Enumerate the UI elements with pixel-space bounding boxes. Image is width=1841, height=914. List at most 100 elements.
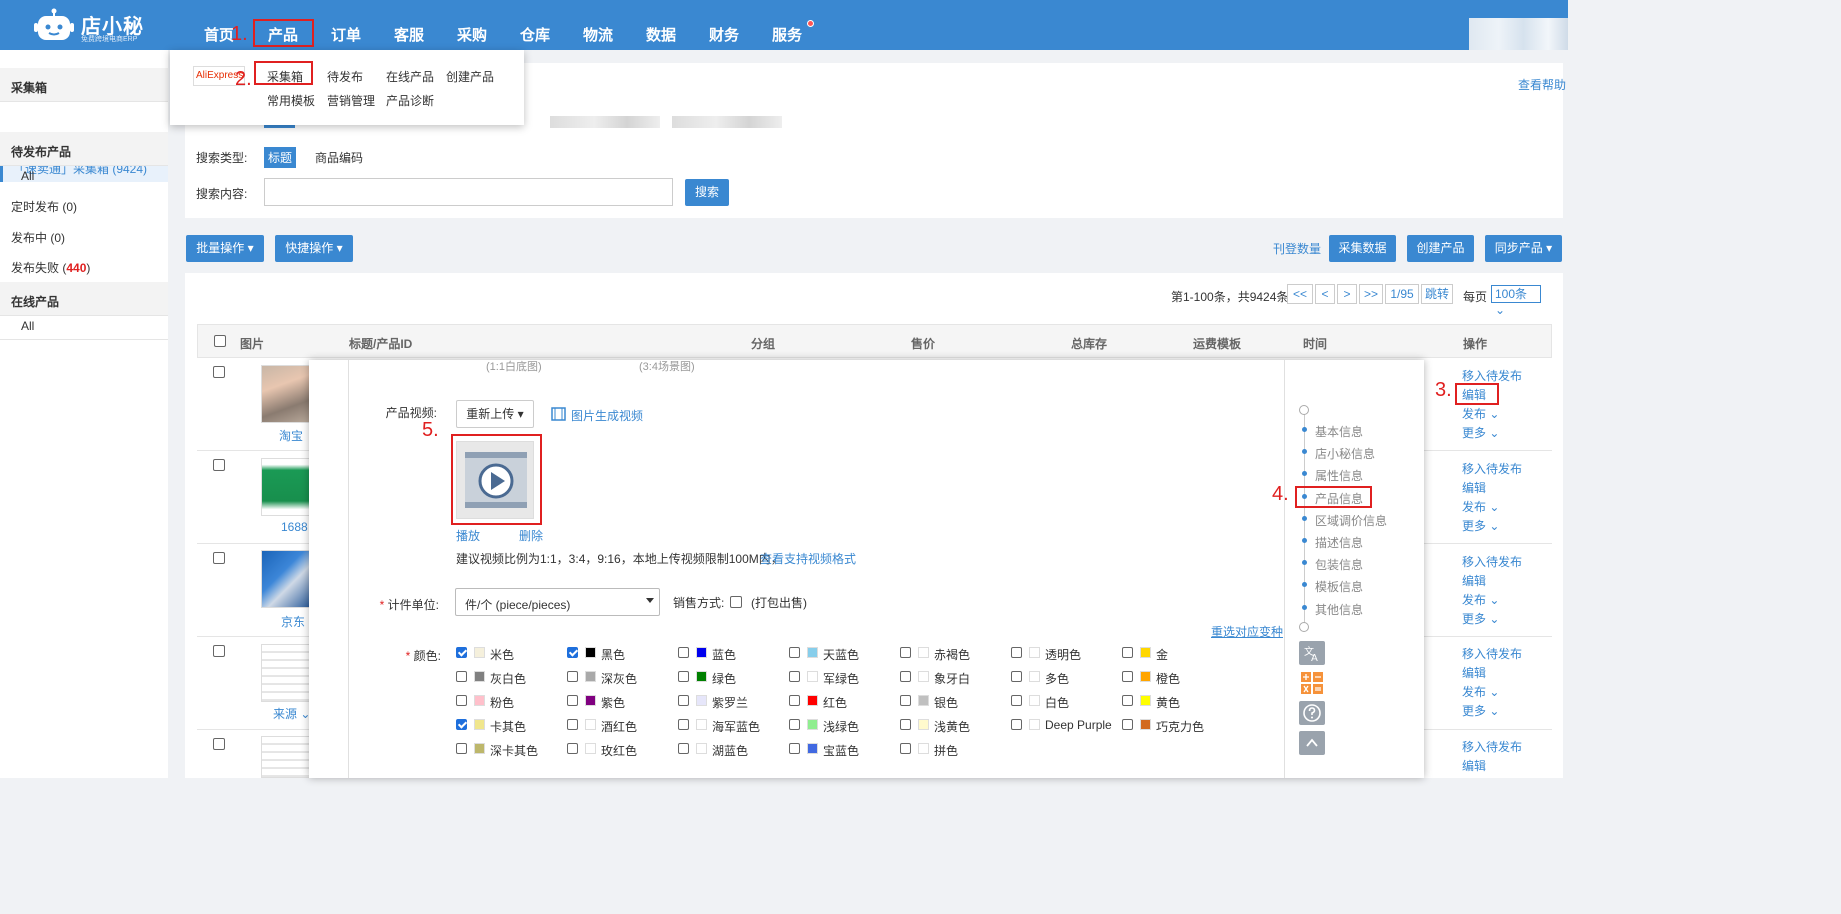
help-link[interactable]: 查看帮助 xyxy=(1518,76,1566,93)
reselect-variants-link[interactable]: 重选对应变种 xyxy=(1211,623,1283,640)
create-product-button[interactable]: 创建产品 xyxy=(1407,235,1474,262)
color-option[interactable]: 酒红色 xyxy=(567,718,667,734)
bundle-sale-checkbox[interactable] xyxy=(730,596,742,608)
color-option[interactable]: 米色 xyxy=(456,646,556,662)
row-checkbox[interactable] xyxy=(213,366,225,378)
pager-jump[interactable]: 跳转 xyxy=(1421,284,1453,304)
color-checkbox[interactable] xyxy=(1011,671,1022,682)
generate-video-link[interactable]: 图片生成视频 xyxy=(571,407,643,424)
op-publish[interactable]: 发布 ⌄ xyxy=(1462,591,1499,608)
section-nav-item[interactable]: 其他信息 xyxy=(1315,601,1363,618)
color-option[interactable]: 紫罗兰 xyxy=(678,694,778,710)
nav-services[interactable]: 服务 xyxy=(772,24,802,45)
per-page-select[interactable]: 100条 ⌄ xyxy=(1491,285,1541,317)
color-option[interactable]: 军绿色 xyxy=(789,670,889,686)
color-checkbox[interactable] xyxy=(789,695,800,706)
search-type-code[interactable]: 商品编码 xyxy=(315,149,363,166)
color-checkbox[interactable] xyxy=(1122,695,1133,706)
search-button[interactable]: 搜索 xyxy=(685,179,729,206)
op-move-pending[interactable]: 移入待发布 xyxy=(1462,738,1522,755)
source-dropdown[interactable]: 来源 ⌄ xyxy=(273,705,310,722)
section-nav-item[interactable]: 基本信息 xyxy=(1315,423,1363,440)
publish-count-link[interactable]: 刊登数量 xyxy=(1273,240,1321,257)
color-option[interactable]: 浅绿色 xyxy=(789,718,889,734)
nav-home[interactable]: 首页 xyxy=(204,24,234,45)
color-option[interactable]: 宝蓝色 xyxy=(789,742,889,758)
color-checkbox[interactable] xyxy=(789,719,800,730)
unit-select[interactable]: 件/个 (piece/pieces) xyxy=(455,588,660,616)
color-checkbox[interactable] xyxy=(456,647,467,658)
op-more[interactable]: 更多 ⌄ xyxy=(1462,424,1499,441)
product-thumbnail[interactable] xyxy=(261,550,311,608)
color-checkbox[interactable] xyxy=(900,671,911,682)
color-checkbox[interactable] xyxy=(678,647,689,658)
nav-service[interactable]: 客服 xyxy=(394,24,424,45)
color-checkbox[interactable] xyxy=(789,647,800,658)
color-checkbox[interactable] xyxy=(456,743,467,754)
video-thumbnail[interactable] xyxy=(456,441,534,519)
color-option[interactable]: 黄色 xyxy=(1122,694,1222,710)
search-type-title[interactable]: 标题 xyxy=(264,147,297,168)
color-checkbox[interactable] xyxy=(678,719,689,730)
op-edit[interactable]: 编辑 xyxy=(1462,757,1486,774)
op-move-pending[interactable]: 移入待发布 xyxy=(1462,367,1522,384)
color-option[interactable]: 赤褐色 xyxy=(900,646,1000,662)
op-more[interactable]: 更多 ⌄ xyxy=(1462,610,1499,627)
product-thumbnail[interactable] xyxy=(261,644,311,702)
menu-marketing[interactable]: 营销管理 xyxy=(327,92,375,109)
color-checkbox[interactable] xyxy=(567,719,578,730)
source-link[interactable]: 京东 xyxy=(281,613,305,630)
color-option[interactable]: 深灰色 xyxy=(567,670,667,686)
color-option[interactable]: 银色 xyxy=(900,694,1000,710)
sidebar-item-scheduled[interactable]: 定时发布 (0) xyxy=(11,198,77,215)
color-option[interactable]: 红色 xyxy=(789,694,889,710)
source-link[interactable]: 1688 xyxy=(281,520,308,534)
sidebar-item-pending-all[interactable]: All xyxy=(21,169,34,183)
color-option[interactable]: 海军蓝色 xyxy=(678,718,778,734)
video-formats-link[interactable]: 查看支持视频格式 xyxy=(760,550,856,567)
color-checkbox[interactable] xyxy=(567,671,578,682)
nav-data[interactable]: 数据 xyxy=(646,24,676,45)
color-checkbox[interactable] xyxy=(1011,695,1022,706)
op-move-pending[interactable]: 移入待发布 xyxy=(1462,553,1522,570)
color-option[interactable]: 灰白色 xyxy=(456,670,556,686)
row-checkbox[interactable] xyxy=(213,738,225,750)
nav-warehouse[interactable]: 仓库 xyxy=(520,24,550,45)
color-option[interactable]: 卡其色 xyxy=(456,718,556,734)
color-checkbox[interactable] xyxy=(678,671,689,682)
color-option[interactable]: 紫色 xyxy=(567,694,667,710)
section-nav-item[interactable]: 包装信息 xyxy=(1315,556,1363,573)
color-checkbox[interactable] xyxy=(1122,647,1133,658)
play-video-link[interactable]: 播放 xyxy=(456,527,480,544)
color-checkbox[interactable] xyxy=(789,671,800,682)
brand-logo[interactable]: 店小秘 免费跨境电商ERP xyxy=(34,6,144,44)
pager-next[interactable]: > xyxy=(1337,284,1357,304)
color-checkbox[interactable] xyxy=(567,695,578,706)
collect-data-button[interactable]: 采集数据 xyxy=(1329,235,1396,262)
op-publish[interactable]: 发布 ⌄ xyxy=(1462,498,1499,515)
color-option[interactable]: 巧克力色 xyxy=(1122,718,1222,734)
section-nav-item[interactable]: 区域调价信息 xyxy=(1315,512,1387,529)
menu-online-products[interactable]: 在线产品 xyxy=(386,68,434,85)
translate-button[interactable]: 文 A xyxy=(1299,641,1325,665)
color-option[interactable]: 金 xyxy=(1122,646,1222,662)
color-checkbox[interactable] xyxy=(567,743,578,754)
pager-first[interactable]: << xyxy=(1287,284,1313,304)
section-nav-item[interactable]: 店小秘信息 xyxy=(1315,445,1375,462)
select-all-checkbox[interactable] xyxy=(214,335,226,347)
nav-order[interactable]: 订单 xyxy=(331,24,361,45)
color-option[interactable]: 湖蓝色 xyxy=(678,742,778,758)
menu-diagnosis[interactable]: 产品诊断 xyxy=(386,92,434,109)
color-checkbox[interactable] xyxy=(1011,647,1022,658)
user-avatar[interactable] xyxy=(1469,18,1568,50)
color-checkbox[interactable] xyxy=(900,695,911,706)
color-checkbox[interactable] xyxy=(456,719,467,730)
sync-product-button[interactable]: 同步产品 ▾ xyxy=(1485,235,1562,262)
nav-finance[interactable]: 财务 xyxy=(709,24,739,45)
product-thumbnail[interactable] xyxy=(261,458,311,516)
sidebar-item-publishing[interactable]: 发布中 (0) xyxy=(11,229,65,246)
row-checkbox[interactable] xyxy=(213,552,225,564)
product-thumbnail[interactable] xyxy=(261,365,311,423)
section-nav-item[interactable]: 属性信息 xyxy=(1315,467,1363,484)
color-option[interactable]: 橙色 xyxy=(1122,670,1222,686)
